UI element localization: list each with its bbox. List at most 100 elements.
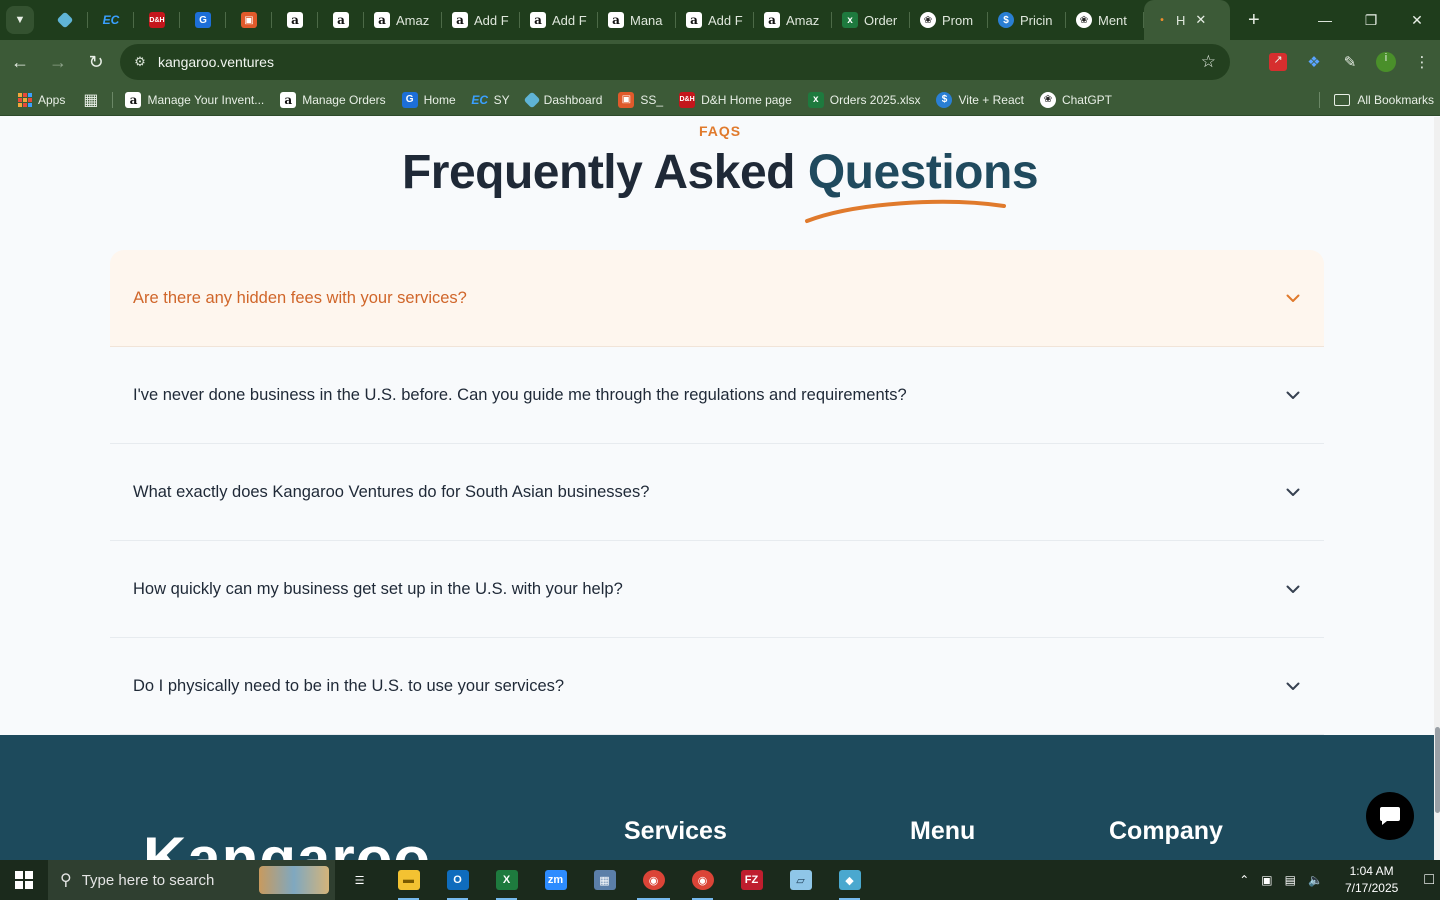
taskbar-app-button[interactable]: ☰ [335, 860, 384, 900]
browser-tab[interactable] [42, 0, 88, 40]
amazon-icon: a [686, 12, 702, 28]
address-bar[interactable]: ⚙ kangaroo.ventures ☆ [120, 44, 1230, 80]
browser-tab[interactable]: x Order [832, 0, 910, 40]
browser-tab[interactable]: a [318, 0, 364, 40]
browser-tab[interactable]: D&H [134, 0, 180, 40]
puzzle-blue-extension-icon[interactable]: ❖ [1296, 53, 1332, 71]
bookmark-item[interactable]: ❀ ChatGPT [1032, 86, 1120, 114]
notifications-icon[interactable]: □ [1424, 871, 1434, 889]
new-tab-button[interactable]: + [1248, 9, 1260, 32]
browser-tab[interactable]: a Add F [520, 0, 598, 40]
browser-tab[interactable]: a Mana [598, 0, 676, 40]
footer-brand-logo[interactable]: Kangaroo [143, 829, 431, 861]
security-icon[interactable]: ▣ [1261, 873, 1272, 887]
bookmark-item[interactable]: $ Vite + React [928, 86, 1031, 114]
forward-button[interactable]: → [40, 44, 76, 80]
network-icon[interactable]: ▤ [1285, 873, 1296, 887]
minimize-icon[interactable]: — [1302, 0, 1348, 40]
chevron-down-icon[interactable] [1286, 291, 1300, 305]
browser-tab[interactable]: ▣ [226, 0, 272, 40]
chevron-down-icon[interactable] [1286, 388, 1300, 402]
chevron-down-icon[interactable] [1286, 485, 1300, 499]
browser-tab[interactable]: a [272, 0, 318, 40]
tab-close-icon[interactable]: ✕ [1195, 12, 1206, 28]
close-icon[interactable]: ✕ [1394, 0, 1440, 40]
chevron-down-icon[interactable] [1286, 582, 1300, 596]
bookmark-item[interactable]: D&H D&H Home page [671, 86, 800, 114]
bookmark-item[interactable]: a Manage Orders [272, 86, 393, 114]
bookmark-item[interactable]: x Orders 2025.xlsx [800, 86, 929, 114]
tab-groups-icon[interactable]: ▦ [73, 86, 108, 114]
browser-tab[interactable]: a Add F [676, 0, 754, 40]
taskbar-app-button[interactable]: ◉ [629, 860, 678, 900]
windows-logo-icon [15, 871, 33, 889]
title-underline-swoosh [805, 199, 1006, 223]
bookmark-star-icon[interactable]: ☆ [1201, 52, 1216, 72]
tab-search-button[interactable]: ▼ [6, 6, 34, 34]
chevron-down-icon[interactable] [1286, 679, 1300, 693]
profile-avatar[interactable]: i [1376, 52, 1396, 72]
tab-label: Order [864, 12, 898, 28]
taskbar-app-button[interactable]: ◉ [678, 860, 727, 900]
taskbar-app-button[interactable]: zm [531, 860, 580, 900]
faq-question[interactable]: Are there any hidden fees with your serv… [133, 289, 467, 308]
faq-question[interactable]: Do I physically need to be in the U.S. t… [133, 677, 564, 696]
bookmark-item[interactable]: Dashboard [518, 86, 611, 114]
browser-tab[interactable]: a Add F [442, 0, 520, 40]
volume-muted-icon[interactable]: 🔈 [1308, 873, 1323, 887]
faq-item[interactable]: Are there any hidden fees with your serv… [110, 250, 1324, 347]
taskbar-app-button[interactable]: ▦ [580, 860, 629, 900]
chevron-down-icon: ▼ [14, 14, 26, 26]
bookmark-apps[interactable]: Apps [10, 86, 73, 114]
clock[interactable]: 1:04 AM 7/17/2025 [1339, 863, 1404, 897]
amazon-icon: a [764, 12, 780, 28]
bookmark-item[interactable]: G Home [394, 86, 464, 114]
browser-tab[interactable]: ❀ Prom [910, 0, 988, 40]
chevron-up-icon[interactable]: ⌃ [1239, 873, 1249, 887]
browser-tab[interactable]: EC [88, 0, 134, 40]
faq-item[interactable]: What exactly does Kangaroo Ventures do f… [110, 444, 1324, 541]
faq-item[interactable]: How quickly can my business get set up i… [110, 541, 1324, 638]
bookmark-item[interactable]: ▣ SS_ [610, 86, 671, 114]
window-controls: — ❐ ✕ [1302, 0, 1440, 40]
bookmark-item[interactable]: EC SY [464, 86, 518, 114]
kebab-menu-icon[interactable]: ⋮ [1404, 53, 1440, 71]
dollar-coin-icon: $ [936, 91, 953, 108]
browser-tab[interactable]: ❀ Ment [1066, 0, 1144, 40]
clock-date: 7/17/2025 [1344, 881, 1399, 895]
faq-question[interactable]: What exactly does Kangaroo Ventures do f… [133, 483, 649, 502]
page-scrollbar[interactable] [1434, 117, 1440, 860]
restore-icon[interactable]: ❐ [1348, 0, 1394, 40]
browser-tab[interactable]: a Amaz [754, 0, 832, 40]
reload-button[interactable]: ↻ [78, 44, 114, 80]
amazon-icon: a [374, 12, 390, 28]
taskbar-app-button[interactable]: ▱ [776, 860, 825, 900]
taskbar-app-button[interactable]: ▬ [384, 860, 433, 900]
start-button[interactable] [0, 860, 48, 900]
taskbar-search-box[interactable]: ⚲ Type here to search [48, 860, 335, 900]
taskbar-app-button[interactable]: ◆ [825, 860, 874, 900]
faq-item[interactable]: I've never done business in the U.S. bef… [110, 347, 1324, 444]
tab-active[interactable]: • H ✕ [1144, 0, 1230, 40]
scrollbar-thumb[interactable] [1435, 727, 1440, 813]
pdf-extension-icon[interactable]: ↗ [1269, 53, 1287, 71]
taskbar-app-button[interactable]: O [433, 860, 482, 900]
faq-title: Frequently Asked Questions [0, 145, 1440, 200]
tab-label: Add F [474, 12, 509, 28]
browser-tab[interactable]: a Amaz [364, 0, 442, 40]
browser-tab[interactable]: G [180, 0, 226, 40]
chat-widget-button[interactable] [1366, 792, 1414, 840]
faq-item[interactable]: Do I physically need to be in the U.S. t… [110, 638, 1324, 735]
taskbar-app-button[interactable]: FZ [727, 860, 776, 900]
browser-tab[interactable]: $ Pricin [988, 0, 1066, 40]
all-bookmarks-button[interactable]: All Bookmarks [1315, 91, 1434, 108]
bookmark-item[interactable]: a Manage Your Invent... [117, 86, 272, 114]
url-text[interactable]: kangaroo.ventures [158, 54, 274, 70]
faq-question[interactable]: I've never done business in the U.S. bef… [133, 386, 907, 405]
taskbar-app-button[interactable]: X [482, 860, 531, 900]
site-info-icon[interactable]: ⚙ [130, 54, 150, 70]
back-button[interactable]: ← [2, 44, 38, 80]
faq-question[interactable]: How quickly can my business get set up i… [133, 580, 623, 599]
amazon-icon: a [333, 12, 349, 28]
extensions-icon[interactable]: ✎ [1332, 53, 1368, 71]
